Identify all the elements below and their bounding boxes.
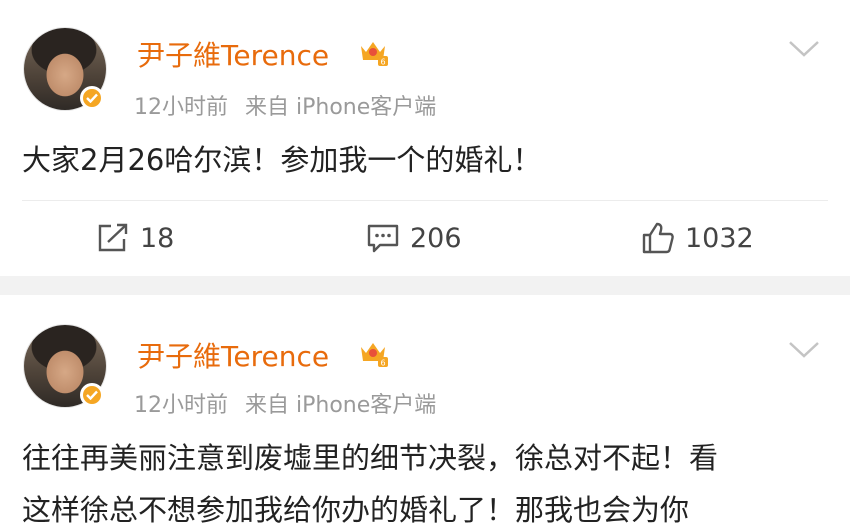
post-content: 大家2月26哈尔滨！参加我一个的婚礼！ — [22, 134, 541, 186]
post-meta: 12小时前 来自 iPhone客户端 — [134, 387, 436, 419]
chevron-down-icon[interactable] — [787, 339, 821, 361]
comment-count: 206 — [410, 222, 462, 254]
post-source: 来自 iPhone客户端 — [245, 393, 437, 418]
action-bar-divider — [22, 200, 828, 201]
content-line: 这样徐总不想参加我给你办的婚礼了！那我也会为你 — [22, 493, 690, 527]
verified-badge-icon — [80, 383, 104, 407]
weibo-post-2: 尹子維Terence 6 12小时前 来自 iPhone客户端 往往再美丽注意到… — [0, 295, 850, 529]
author-name[interactable]: 尹子維Terence — [137, 34, 329, 74]
repost-button[interactable]: 18 — [96, 221, 174, 255]
author-name[interactable]: 尹子維Terence — [137, 335, 329, 375]
weibo-post-1: 尹子維Terence 6 12小时前 来自 iPhone客户端 大家2月26哈尔… — [0, 0, 850, 276]
repost-count: 18 — [140, 222, 175, 254]
member-crown-icon: 6 — [361, 42, 388, 67]
comment-button[interactable]: 206 — [366, 221, 462, 255]
post-meta: 12小时前 来自 iPhone客户端 — [134, 89, 436, 121]
comment-icon — [367, 224, 399, 253]
like-count: 1032 — [685, 222, 754, 254]
content-line: 往往再美丽注意到废墟里的细节决裂，徐总对不起！看 — [22, 441, 719, 475]
action-bar: 18 206 1032 — [0, 207, 850, 271]
verified-badge-icon — [80, 86, 104, 110]
post-time: 12小时前 — [134, 95, 228, 120]
chevron-down-icon[interactable] — [787, 38, 821, 60]
post-content: 往往再美丽注意到废墟里的细节决裂，徐总对不起！看 这样徐总不想参加我给你办的婚礼… — [22, 432, 718, 529]
svg-text:6: 6 — [380, 359, 385, 368]
member-crown-icon: 6 — [361, 343, 388, 368]
thumbs-up-icon — [642, 222, 674, 254]
post-source: 来自 iPhone客户端 — [245, 95, 437, 120]
svg-text:6: 6 — [380, 58, 385, 67]
post-separator — [0, 276, 850, 295]
repost-icon — [98, 223, 128, 252]
content-line: 大家2月26哈尔滨！参加我一个的婚礼！ — [22, 143, 542, 177]
like-button[interactable]: 1032 — [641, 221, 754, 255]
post-time: 12小时前 — [134, 393, 228, 418]
